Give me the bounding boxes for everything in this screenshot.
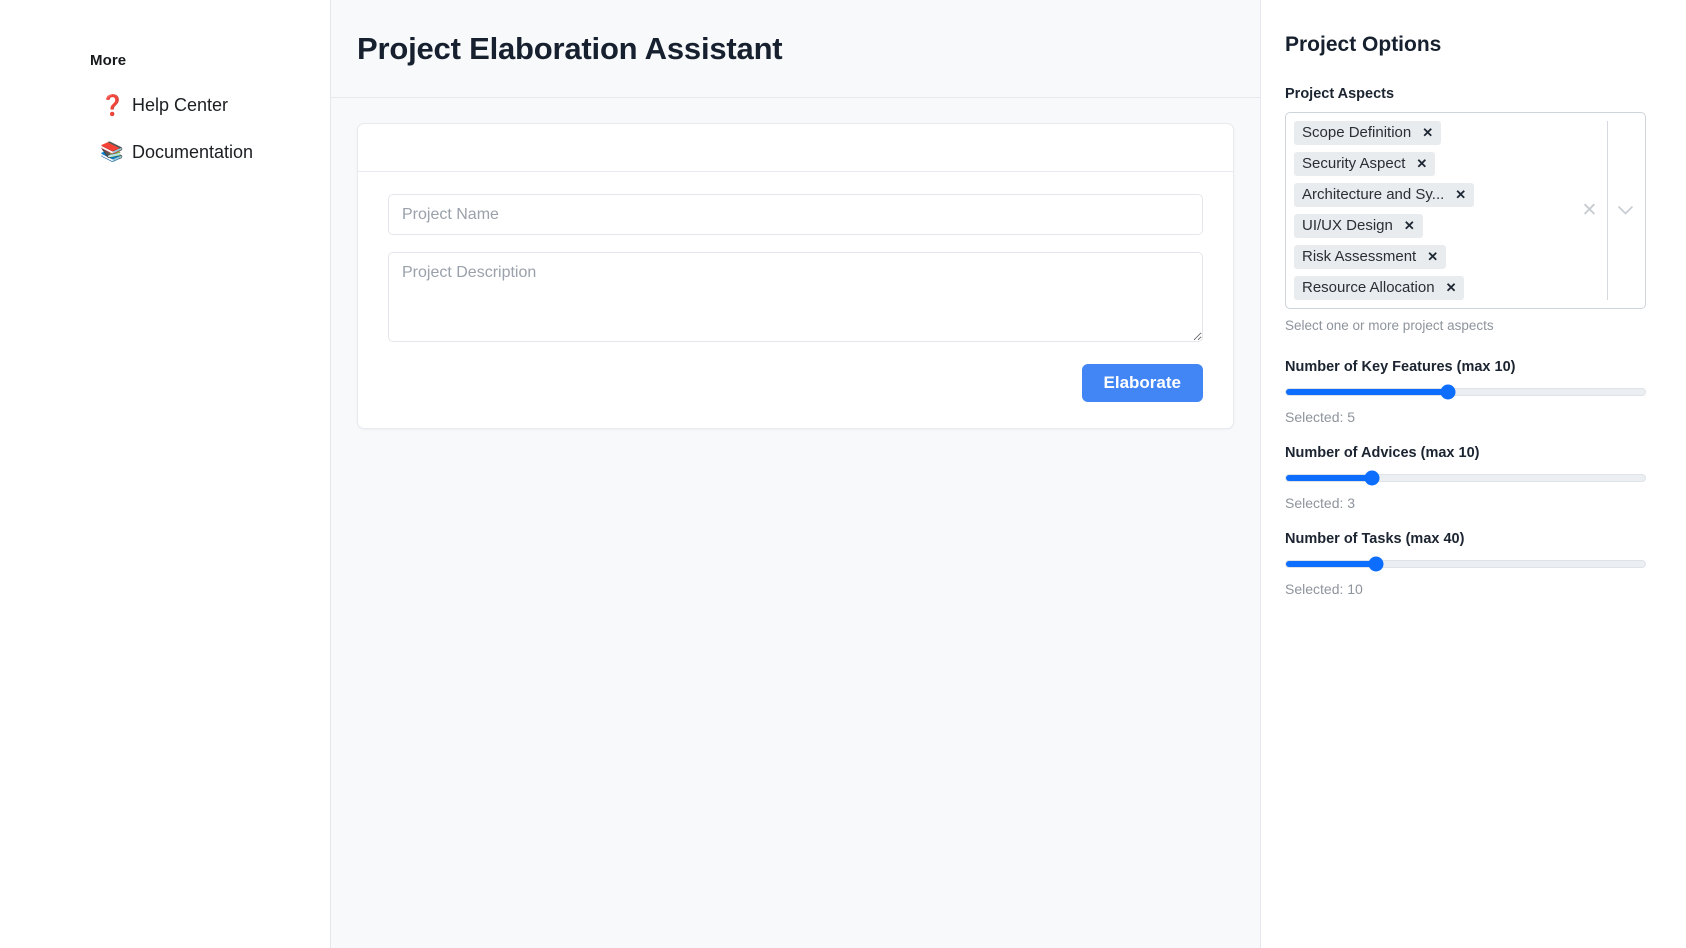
tag-label: Resource Allocation	[1302, 279, 1435, 296]
project-aspects-multiselect[interactable]: Scope Definition ✕ Security Aspect ✕ Arc…	[1285, 112, 1646, 309]
slider-block-advices: Number of Advices (max 10) Selected: 3	[1285, 445, 1646, 511]
slider-fill	[1286, 389, 1448, 395]
slider-value-label: Selected: 10	[1285, 581, 1363, 597]
tag-risk-assessment[interactable]: Risk Assessment ✕	[1294, 245, 1447, 269]
slider-thumb[interactable]	[1368, 556, 1384, 572]
card-footer: Elaborate	[358, 342, 1233, 428]
tag-architecture-and-system[interactable]: Architecture and Sy... ✕	[1294, 183, 1475, 207]
project-name-input[interactable]	[388, 194, 1203, 235]
project-aspects-label: Project Aspects	[1285, 86, 1395, 102]
tag-remove-icon[interactable]: ✕	[1422, 126, 1433, 139]
slider-block-tasks: Number of Tasks (max 40) Selected: 10	[1285, 531, 1646, 597]
tag-label: Scope Definition	[1302, 124, 1412, 141]
slider-value-label: Selected: 5	[1285, 409, 1356, 425]
main-panel: Project Elaboration Assistant Elaborate	[330, 0, 1261, 948]
tag-label: Architecture and Sy...	[1302, 186, 1445, 203]
tag-security-aspect[interactable]: Security Aspect ✕	[1294, 152, 1436, 176]
tag-label: UI/UX Design	[1302, 217, 1393, 234]
question-mark-icon: ❓	[100, 94, 125, 117]
project-description-input[interactable]	[388, 252, 1203, 342]
card-header	[358, 124, 1233, 172]
options-panel-title: Project Options	[1285, 33, 1442, 56]
elaborate-button[interactable]: Elaborate	[1081, 364, 1203, 402]
slider-label: Number of Key Features (max 10)	[1285, 359, 1516, 375]
slider-block-key-features: Number of Key Features (max 10) Selected…	[1285, 359, 1646, 425]
project-form-card: Elaborate	[357, 123, 1234, 429]
sidebar: More ❓ Help Center 📚 Documentation	[0, 0, 330, 948]
app-root: More ❓ Help Center 📚 Documentation Proje…	[0, 0, 1686, 948]
slider-thumb[interactable]	[1440, 384, 1456, 400]
tag-remove-icon[interactable]: ✕	[1455, 188, 1466, 201]
tag-scope-definition[interactable]: Scope Definition ✕	[1294, 121, 1442, 145]
slider-fill	[1286, 561, 1376, 567]
slider-label: Number of Advices (max 10)	[1285, 445, 1480, 461]
sidebar-item-help-center[interactable]: ❓ Help Center	[0, 89, 330, 122]
key-features-slider[interactable]	[1285, 384, 1646, 400]
slider-value-label: Selected: 3	[1285, 495, 1356, 511]
advices-slider[interactable]	[1285, 470, 1646, 486]
tag-label: Security Aspect	[1302, 155, 1406, 172]
card-body	[358, 172, 1233, 342]
slider-thumb[interactable]	[1364, 470, 1380, 486]
tag-ui-ux-design[interactable]: UI/UX Design ✕	[1294, 214, 1423, 238]
options-panel: Project Options Project Aspects Scope De…	[1261, 0, 1686, 948]
tasks-slider[interactable]	[1285, 556, 1646, 572]
multiselect-controls: ✕	[1571, 113, 1645, 308]
tag-resource-allocation[interactable]: Resource Allocation ✕	[1294, 276, 1465, 300]
clear-all-icon[interactable]: ✕	[1573, 201, 1607, 220]
sidebar-item-label: Help Center	[132, 95, 229, 115]
tag-remove-icon[interactable]: ✕	[1416, 157, 1427, 170]
tag-label: Risk Assessment	[1302, 248, 1417, 265]
tag-remove-icon[interactable]: ✕	[1427, 250, 1438, 263]
main-header: Project Elaboration Assistant	[331, 0, 1260, 98]
slider-label: Number of Tasks (max 40)	[1285, 531, 1465, 547]
slider-fill	[1286, 475, 1373, 481]
tag-remove-icon[interactable]: ✕	[1446, 281, 1457, 294]
main-body: Elaborate	[331, 98, 1260, 429]
tag-remove-icon[interactable]: ✕	[1404, 219, 1415, 232]
page-title: Project Elaboration Assistant	[357, 30, 783, 66]
project-aspects-help-text: Select one or more project aspects	[1285, 318, 1494, 333]
chevron-down-icon[interactable]	[1608, 206, 1644, 215]
selected-tags-container: Scope Definition ✕ Security Aspect ✕ Arc…	[1286, 113, 1571, 308]
sidebar-section-title: More	[90, 52, 127, 69]
sidebar-item-documentation[interactable]: 📚 Documentation	[0, 136, 330, 169]
sidebar-item-label: Documentation	[132, 142, 254, 162]
books-icon: 📚	[100, 142, 124, 163]
